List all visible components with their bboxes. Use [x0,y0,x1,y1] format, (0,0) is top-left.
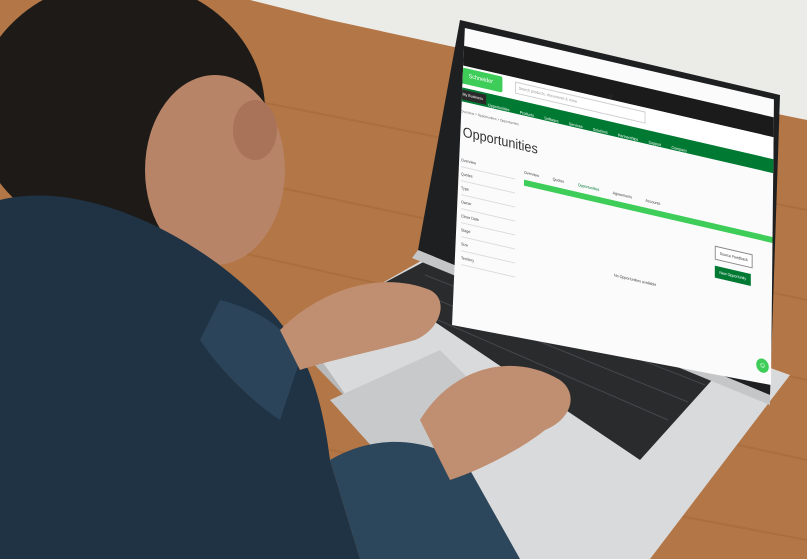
nav-item[interactable]: Opportunities [488,102,509,112]
tab-active[interactable]: Opportunities [578,182,599,192]
person-ear [233,100,277,160]
nav-item[interactable]: Products [520,110,534,118]
nav-item[interactable]: Company [671,145,686,154]
tab[interactable]: Agreements [613,190,632,199]
nav-item[interactable]: Software [544,115,558,123]
nav-item[interactable]: Solutions [593,127,608,135]
tab[interactable]: Accounts [645,198,660,206]
nav-item[interactable]: Services [569,121,583,129]
chat-icon[interactable]: ☺ [756,357,769,375]
page-title: Opportunities [462,123,538,157]
webcam [608,94,613,99]
nav-item[interactable]: Partnerships [618,132,638,142]
tab-highlight-bar [524,179,774,244]
empty-state-message: No Opportunities available [614,272,657,288]
source-feedback-button[interactable]: Source Feedback [714,245,753,269]
new-opportunity-button[interactable]: New Opportunity [714,265,751,286]
filter-sidebar: Overview Quotes Type Owner Close Date St… [461,157,515,279]
scene: Schneider Electric Search products, docu… [0,0,807,559]
nav-item[interactable]: Support [649,139,662,147]
tab[interactable]: Overview [524,170,539,178]
tab[interactable]: Quotes [553,176,565,184]
